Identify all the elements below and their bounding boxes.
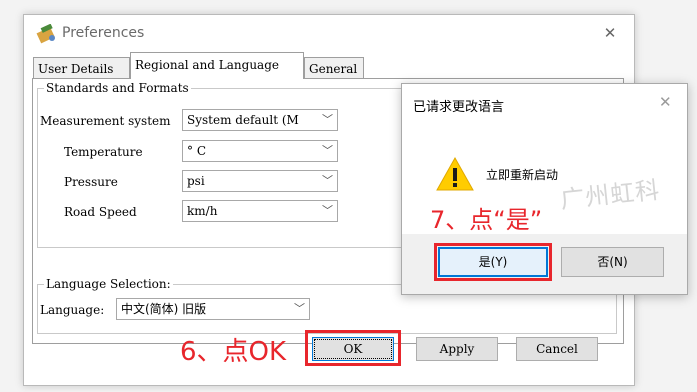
- yes-highlight-box: [434, 243, 552, 281]
- language-label: Language:: [40, 303, 105, 317]
- no-button[interactable]: 否(N): [561, 247, 664, 277]
- group-legend: Standards and Formats: [44, 81, 191, 95]
- watermark-text: 广州虹科: [559, 175, 662, 215]
- group-legend: Language Selection:: [44, 277, 173, 291]
- language-value: 中文(简体) 旧版: [121, 302, 207, 316]
- chevron-down-icon: ﹀: [320, 201, 333, 221]
- ok-highlight-box: [305, 330, 401, 366]
- step-7-annotation: 7、点“是”: [430, 206, 543, 234]
- road-speed-select[interactable]: km/h ﹀: [182, 200, 338, 222]
- close-icon[interactable]: ✕: [600, 23, 620, 43]
- measurement-system-label: Measurement system: [40, 114, 171, 128]
- chevron-down-icon: ﹀: [320, 110, 333, 130]
- cancel-button[interactable]: Cancel: [516, 337, 598, 361]
- close-icon[interactable]: ✕: [659, 93, 672, 111]
- dialog-footer: 是(Y) 否(N): [402, 234, 687, 294]
- pressure-select[interactable]: psi ﹀: [182, 170, 338, 192]
- dialog-message: 立即重新启动: [486, 168, 559, 182]
- step-6-annotation: 6、点OK: [180, 337, 287, 367]
- window-title: Preferences: [62, 25, 145, 41]
- chevron-down-icon: ﹀: [292, 299, 305, 319]
- road-speed-label: Road Speed: [64, 205, 137, 219]
- tab-general[interactable]: General: [304, 57, 364, 79]
- temperature-value: ° C: [187, 144, 206, 158]
- language-change-dialog: 已请求更改语言 ✕ 立即重新启动 广州虹科 7、点“是” 是(Y) 否(N): [401, 83, 688, 295]
- language-select[interactable]: 中文(简体) 旧版 ﹀: [116, 298, 310, 320]
- tab-regional-and-language[interactable]: Regional and Language: [130, 52, 304, 79]
- measurement-system-value: System default (M: [187, 113, 299, 127]
- dialog-title: 已请求更改语言: [413, 100, 505, 115]
- tab-user-details[interactable]: User Details: [33, 57, 130, 79]
- pressure-value: psi: [187, 174, 205, 188]
- preferences-app-icon: [36, 24, 55, 44]
- apply-button[interactable]: Apply: [416, 337, 498, 361]
- temperature-label: Temperature: [64, 145, 143, 159]
- road-speed-value: km/h: [187, 204, 218, 218]
- chevron-down-icon: ﹀: [320, 171, 333, 191]
- measurement-system-select[interactable]: System default (M ﹀: [182, 109, 338, 131]
- temperature-select[interactable]: ° C ﹀: [182, 140, 338, 162]
- preferences-titlebar: Preferences ✕: [24, 15, 634, 53]
- pressure-label: Pressure: [64, 175, 118, 189]
- chevron-down-icon: ﹀: [320, 141, 333, 161]
- warning-icon: [436, 156, 474, 191]
